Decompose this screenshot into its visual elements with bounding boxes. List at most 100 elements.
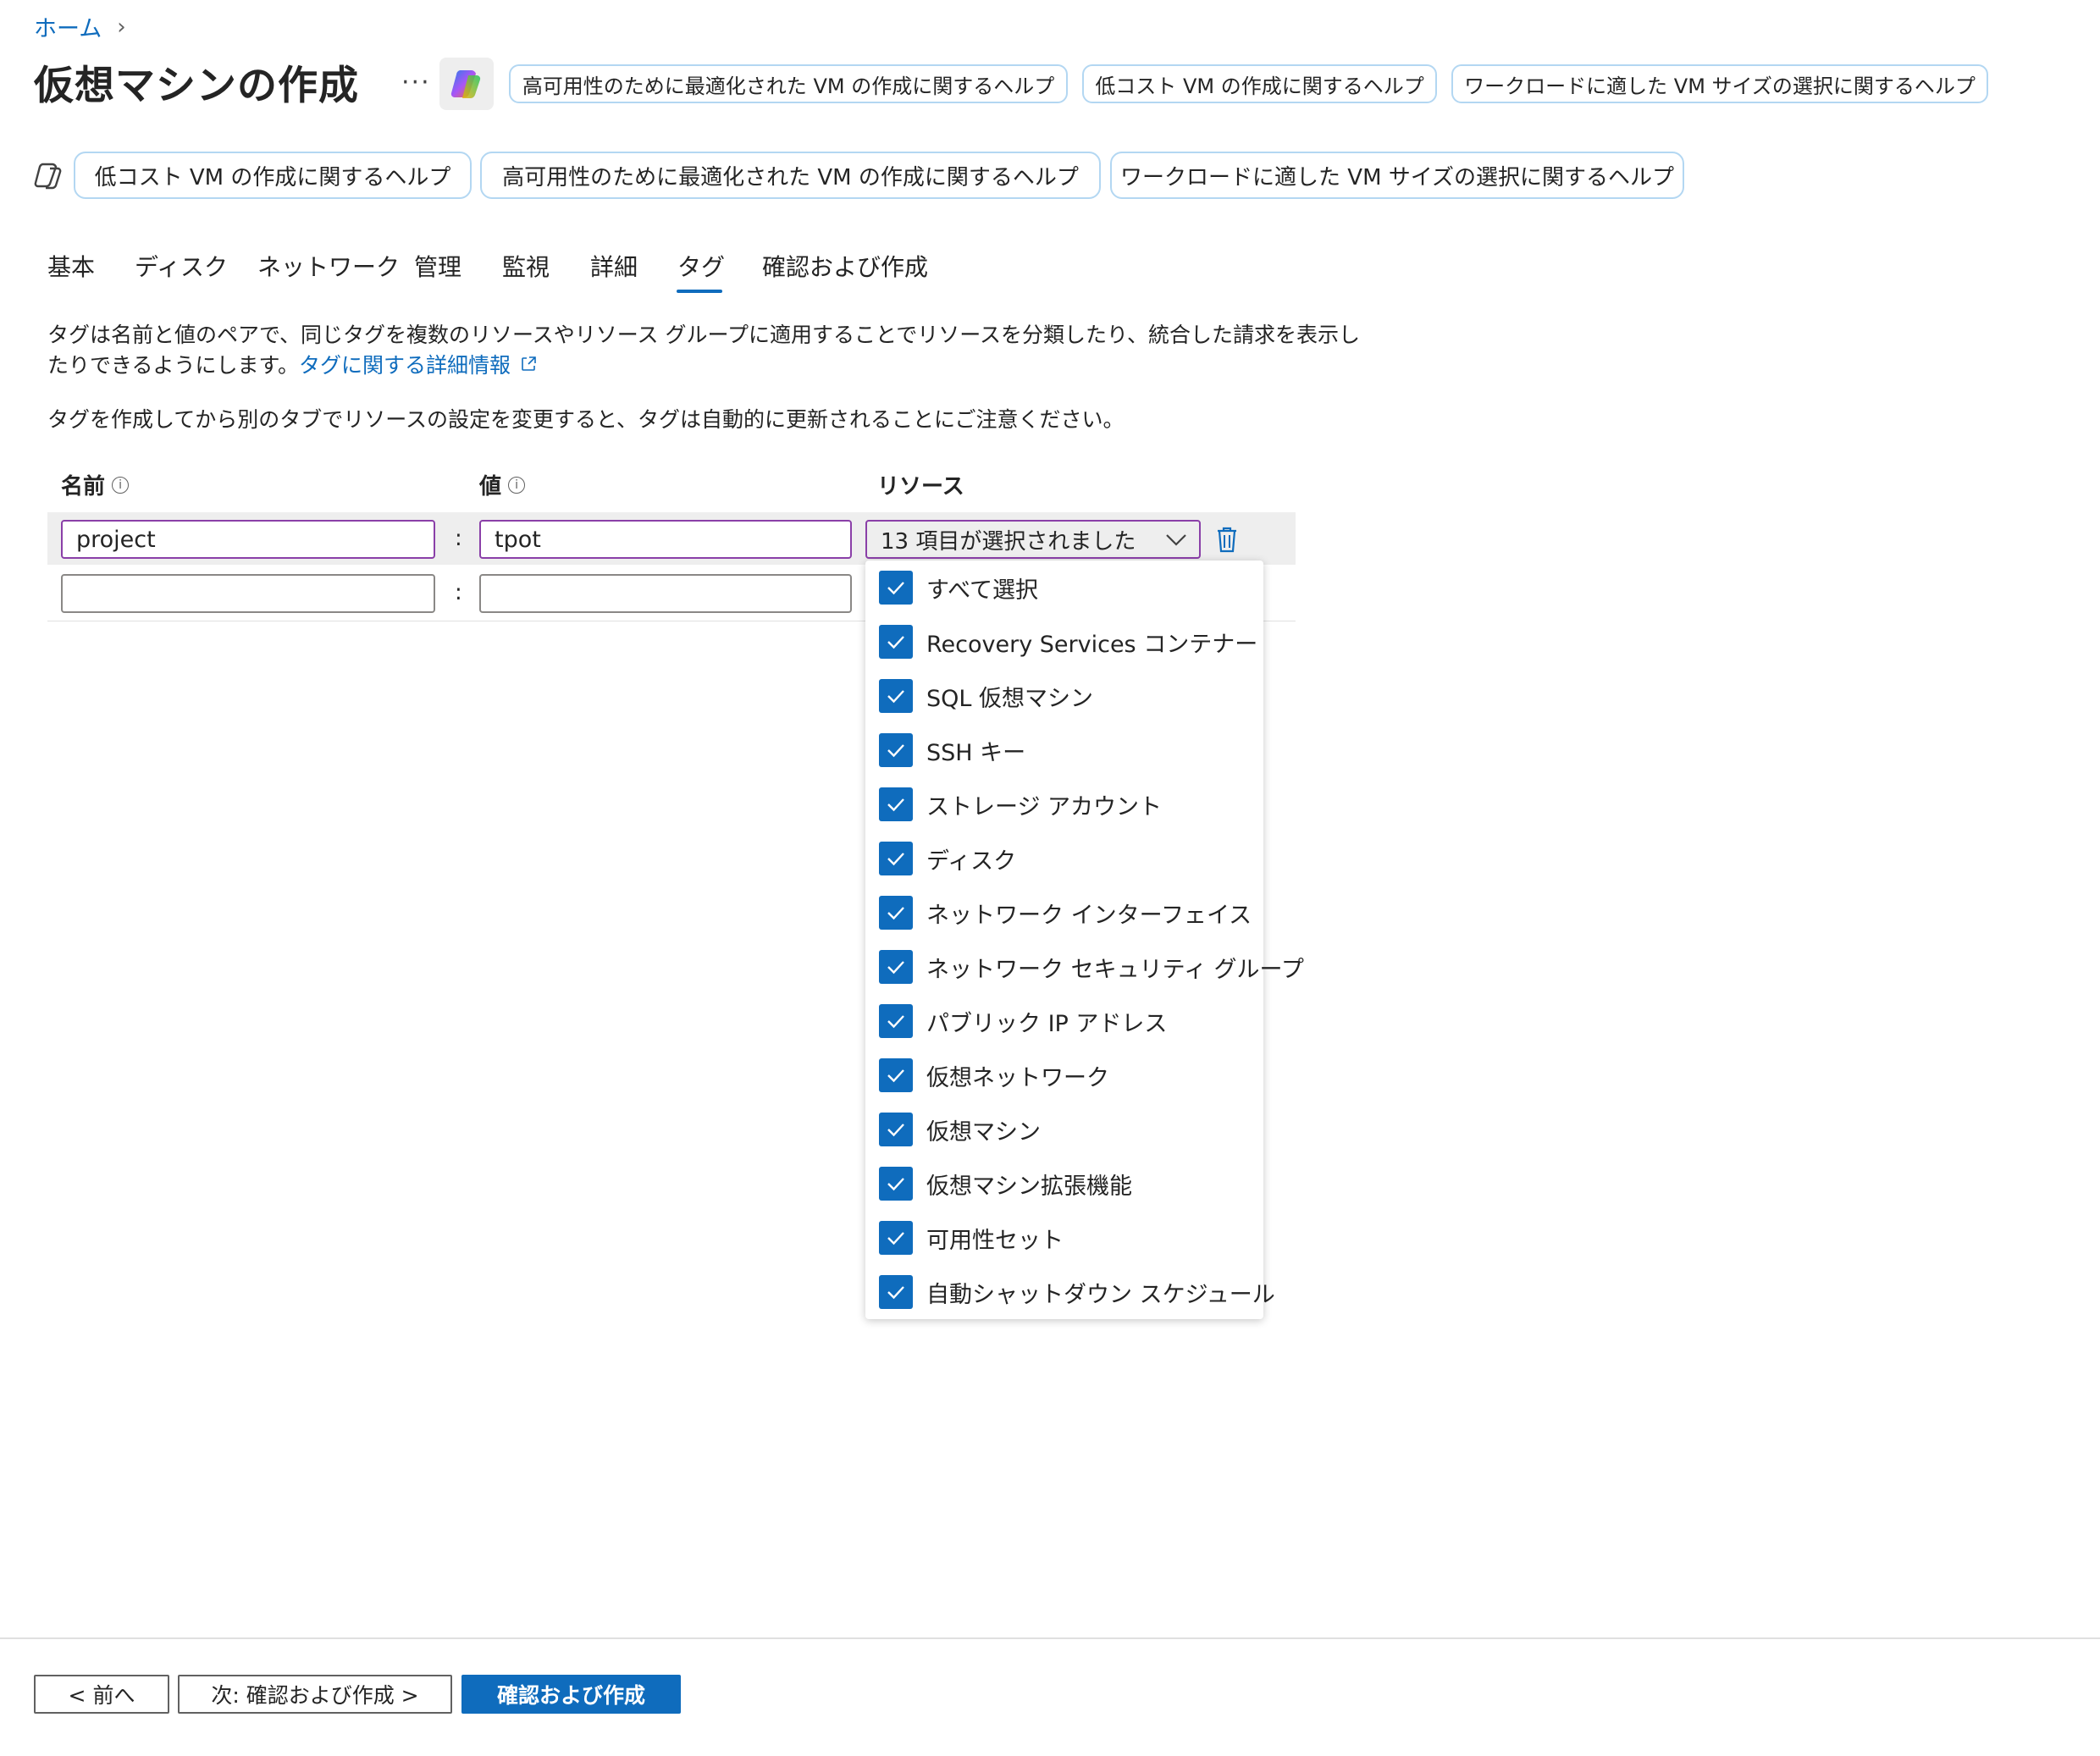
resource-option[interactable]: ストレージ アカウント xyxy=(879,787,1162,821)
tags-description-line2-text: たりできるようにします。 xyxy=(47,353,300,378)
resource-option[interactable]: 自動シャットダウン スケジュール xyxy=(879,1275,1275,1309)
resource-option[interactable]: 仮想ネットワーク xyxy=(879,1058,1109,1092)
external-link-icon xyxy=(522,356,536,371)
resource-option[interactable]: SQL 仮想マシン xyxy=(879,679,1093,713)
resource-select-value: 13 項目が選択されました xyxy=(881,528,1136,555)
tag-value-value: tpot xyxy=(495,526,541,553)
tag-name-input-empty[interactable] xyxy=(61,574,435,613)
chevron-right-icon: › xyxy=(117,14,126,40)
checkmark-icon xyxy=(887,1015,904,1029)
checkbox-checked[interactable] xyxy=(879,679,913,713)
suggestion-ha-vm[interactable]: 高可用性のために最適化された VM の作成に関するヘルプ xyxy=(509,64,1068,103)
resource-option[interactable]: すべて選択 xyxy=(879,571,1038,605)
resource-option-label: ネットワーク セキュリティ グループ xyxy=(926,956,1304,983)
checkbox-checked[interactable] xyxy=(879,571,913,605)
tag-name-input[interactable]: project xyxy=(61,520,435,559)
copilot-suggestion-vm-size[interactable]: ワークロードに適した VM サイズの選択に関するヘルプ xyxy=(1110,152,1684,199)
suggestion-low-cost-vm[interactable]: 低コスト VM の作成に関するヘルプ xyxy=(1082,64,1437,103)
checkmark-icon xyxy=(887,907,904,920)
tab-review-create[interactable]: 確認および作成 xyxy=(762,249,928,283)
checkbox-checked[interactable] xyxy=(879,1167,913,1201)
resource-option[interactable]: 仮想マシン xyxy=(879,1113,1041,1146)
resource-option[interactable]: 仮想マシン拡張機能 xyxy=(879,1167,1132,1201)
resource-option-label: 自動シャットダウン スケジュール xyxy=(926,1281,1275,1308)
checkbox-checked[interactable] xyxy=(879,896,913,930)
checkmark-icon xyxy=(887,1232,904,1245)
tab-management[interactable]: 管理 xyxy=(414,249,461,283)
checkmark-icon xyxy=(887,636,904,649)
page-title: 仮想マシンの作成 xyxy=(34,63,359,109)
tab-basics[interactable]: 基本 xyxy=(47,249,95,283)
checkmark-icon xyxy=(887,582,904,595)
resource-option[interactable]: ディスク xyxy=(879,842,1016,875)
checkmark-icon xyxy=(887,1286,904,1300)
tags-description-line1: タグは名前と値のペアで、同じタグを複数のリソースやリソース グループに適用するこ… xyxy=(47,323,1360,347)
tag-value-input-empty[interactable] xyxy=(479,574,852,613)
checkbox-checked[interactable] xyxy=(879,787,913,821)
resource-option-label: ネットワーク インターフェイス xyxy=(926,902,1252,929)
checkbox-checked[interactable] xyxy=(879,1004,913,1038)
resource-option-label: Recovery Services コンテナー xyxy=(926,631,1258,658)
tags-update-note: タグを作成してから別のタブでリソースの設定を変更すると、タグは自動的に更新される… xyxy=(47,407,1125,432)
copilot-button[interactable] xyxy=(439,58,494,110)
previous-button[interactable]: < 前へ xyxy=(34,1675,169,1714)
resource-option[interactable]: ネットワーク セキュリティ グループ xyxy=(879,950,1304,984)
active-tab-indicator xyxy=(677,290,722,293)
breadcrumb-home-link[interactable]: ホーム xyxy=(34,10,102,43)
checkmark-icon xyxy=(887,853,904,866)
checkbox-checked[interactable] xyxy=(879,950,913,984)
resource-option-label: 仮想ネットワーク xyxy=(926,1064,1109,1091)
name-value-separator: : xyxy=(455,526,462,551)
checkmark-icon xyxy=(887,1178,904,1191)
resource-option[interactable]: Recovery Services コンテナー xyxy=(879,625,1257,659)
checkbox-checked[interactable] xyxy=(879,1113,913,1146)
resource-option-label: SSH キー xyxy=(926,739,1026,766)
name-value-separator: : xyxy=(455,580,462,605)
resource-option-label: SQL 仮想マシン xyxy=(926,685,1094,712)
tags-learn-more-link[interactable]: タグに関する詳細情報 xyxy=(299,349,511,379)
resource-option[interactable]: パブリック IP アドレス xyxy=(879,1004,1167,1038)
copilot-outline-icon xyxy=(34,161,64,195)
trash-icon[interactable] xyxy=(1214,525,1240,557)
column-header-resource: リソース xyxy=(877,469,964,500)
checkmark-icon xyxy=(887,744,904,758)
resource-option-label: 仮想マシン拡張機能 xyxy=(926,1173,1132,1200)
copilot-icon xyxy=(450,70,481,98)
review-create-button[interactable]: 確認および作成 xyxy=(461,1675,681,1714)
resource-option[interactable]: 可用性セット xyxy=(879,1221,1064,1255)
info-icon[interactable]: i xyxy=(508,476,526,494)
checkmark-icon xyxy=(887,1124,904,1137)
checkmark-icon xyxy=(887,1069,904,1083)
checkbox-checked[interactable] xyxy=(879,625,913,659)
more-options-icon[interactable]: ··· xyxy=(401,68,431,97)
resource-option[interactable]: ネットワーク インターフェイス xyxy=(879,896,1252,930)
column-header-resource-label: リソース xyxy=(877,474,964,500)
chevron-down-icon xyxy=(1166,534,1186,546)
info-icon[interactable]: i xyxy=(112,476,130,494)
checkbox-checked[interactable] xyxy=(879,733,913,767)
resource-dropdown-list: すべて選択 Recovery Services コンテナー SQL 仮想マシン SSH… xyxy=(865,560,1304,1319)
resource-option[interactable]: SSH キー xyxy=(879,733,1025,767)
resource-select[interactable]: 13 項目が選択されました xyxy=(865,520,1201,559)
next-review-create-button[interactable]: 次: 確認および作成 > xyxy=(178,1675,452,1714)
resource-option-label: ディスク xyxy=(926,848,1017,875)
resource-option-label: 仮想マシン xyxy=(926,1118,1041,1146)
checkbox-checked[interactable] xyxy=(879,1221,913,1255)
column-header-value-label: 値 xyxy=(479,474,502,500)
tab-monitoring[interactable]: 監視 xyxy=(502,249,550,283)
tags-description-line2: たりできるようにします。 タグに関する詳細情報 xyxy=(47,349,538,379)
tag-name-value: project xyxy=(76,526,156,553)
tab-networking[interactable]: ネットワーク xyxy=(257,249,400,283)
tab-advanced[interactable]: 詳細 xyxy=(590,249,638,283)
tab-disks[interactable]: ディスク xyxy=(135,249,228,283)
copilot-suggestion-low-cost-vm[interactable]: 低コスト VM の作成に関するヘルプ xyxy=(74,152,472,199)
checkbox-checked[interactable] xyxy=(879,842,913,875)
checkbox-checked[interactable] xyxy=(879,1058,913,1092)
suggestion-vm-size[interactable]: ワークロードに適した VM サイズの選択に関するヘルプ xyxy=(1451,64,1988,103)
resource-option-label: ストレージ アカウント xyxy=(926,793,1163,820)
tab-tags[interactable]: タグ xyxy=(677,249,725,283)
copilot-suggestion-ha-vm[interactable]: 高可用性のために最適化された VM の作成に関するヘルプ xyxy=(480,152,1101,199)
tag-value-input[interactable]: tpot xyxy=(479,520,852,559)
footer-divider xyxy=(0,1637,2100,1639)
checkbox-checked[interactable] xyxy=(879,1275,913,1309)
